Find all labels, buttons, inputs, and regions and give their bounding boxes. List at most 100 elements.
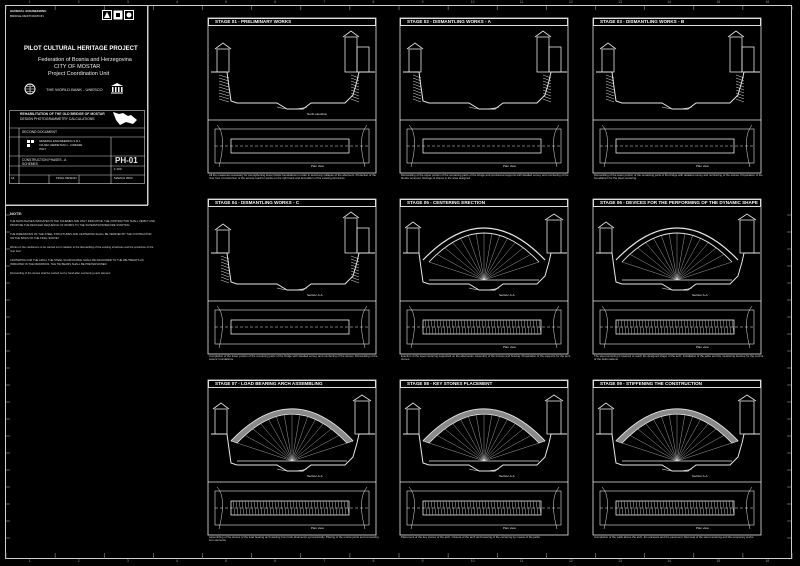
title-block: GENERAL ENGINEERING BRIDGE RESTORATION P… [6, 6, 148, 206]
stage-caption: Completion of the walls above the arch, … [594, 535, 755, 539]
stage-panel: STAGE 03 - DISMANTLING WORKS - B Plan vie… [592, 17, 763, 185]
ruler-number: 16 [765, 0, 770, 4]
project-title: PILOT CULTURAL HERITAGE PROJECT [24, 46, 138, 52]
section-label: Section A-A [692, 474, 708, 478]
city-name: CITY OF MOSTAR [54, 64, 101, 70]
ruler-number: 13 [618, 559, 622, 563]
ruler-number: 8 [372, 0, 375, 4]
ruler-number: 1 [28, 559, 31, 563]
note-paragraph: Dismantling of the stones shall be carri… [10, 272, 111, 275]
stage-caption: Placement of the key stones of the arch.… [401, 535, 541, 539]
ruler-number: 3 [126, 559, 129, 563]
stage-caption: Assembling of the stones of the load bea… [209, 535, 379, 543]
row-label: 16 [11, 176, 15, 180]
ruler-number: 8 [372, 559, 375, 563]
plan-label: Plan view [503, 164, 516, 168]
section-label: Section A-A [499, 474, 515, 478]
company-line-1: GENERAL ENGINEERING [10, 9, 47, 13]
ruler-number: 12 [568, 0, 573, 4]
ruler-number: 5 [225, 0, 227, 4]
stage-drawing [592, 379, 762, 536]
note-paragraph: THE MAIN PHASES INDICATED IN THE SCHEMES… [10, 220, 155, 227]
plan-label: Plan view [311, 526, 324, 530]
designer-line-3: ITALY [39, 147, 47, 151]
ruler-number: 15 [716, 559, 721, 563]
unit-name: Project Coordination Unit [48, 71, 110, 77]
ruler-number: 1 [28, 0, 31, 4]
work-title-1: REHABILITATION OF THE OLD BRIDGE OF MOST… [20, 112, 105, 116]
plan-label: Plan view [696, 345, 709, 349]
stage-drawing [207, 379, 377, 536]
stage-drawing [207, 17, 377, 174]
drawing-scale: 1:100 [114, 167, 122, 171]
ruler-number: 6 [274, 559, 277, 563]
sponsors: THE WORLD BANK - UNESCO [46, 87, 103, 92]
stage-drawing [399, 379, 569, 536]
work-title-2: DESIGN PHOTOGRAMMETRY CALCULATIONS [20, 117, 95, 121]
ruler-number: 4 [175, 0, 178, 4]
ruler-number: 10 [470, 0, 475, 4]
ruler-number: 6 [274, 0, 277, 4]
ruler-number: 2 [77, 559, 80, 563]
logo-icons [102, 10, 134, 20]
ruler-number: 14 [667, 0, 671, 4]
unesco-logo [111, 83, 123, 94]
stage-panel: STAGE 04 - DISMANTLING WORKS - C Section … [207, 198, 377, 366]
drawing-status: FINAL DESIGN [56, 176, 77, 180]
plan-label: Plan view [503, 526, 516, 530]
ruler-number: 7 [323, 0, 326, 4]
ruler-number: 12 [568, 559, 573, 563]
stage-panel: STAGE 05 - CENTERING ERECTION Section A-A… [399, 198, 571, 366]
drawing-date: MARCH 2004 [114, 176, 133, 180]
stage-title: STAGE 08 - KEY STONES PLACEMENT [400, 380, 568, 388]
ruler-number: 11 [519, 0, 524, 4]
ruler-number: 9 [421, 0, 424, 4]
stage-panel: STAGE 07 - LOAD BEARING ARCH ASSEMBLING S… [207, 379, 379, 547]
section-label: Section A-A [307, 474, 323, 478]
federation-name: Federation of Bosnia and Herzegovina [38, 57, 132, 63]
stage-caption: Dismantling of the upper portion of the … [401, 173, 569, 181]
stage-caption: All the measures necessary for strengthe… [209, 173, 376, 181]
drawing-sheet: 1 1 2 2 3 3 4 4 5 5 6 6 7 7 8 8 9 9 10 10 11 11 12 12 13 13 14 14 15… [0, 0, 800, 566]
ruler-number: 15 [716, 0, 721, 4]
ruler-number: 3 [126, 0, 129, 4]
section-label: Section A-A [307, 293, 323, 297]
stage-title: STAGE 07 - LOAD BEARING ARCH ASSEMBLING [208, 380, 376, 388]
ruler-number: 16 [765, 559, 770, 563]
note-paragraph: Works on the cantilevers to be carried o… [10, 246, 154, 253]
stage-caption: Erection of the steel centering supporte… [401, 354, 571, 362]
ruler-number: 11 [519, 559, 524, 563]
ruler-number: 5 [225, 559, 227, 563]
stage-title: STAGE 05 - CENTERING ERECTION [400, 199, 568, 207]
stage-panel: STAGE 06 - DEVICES FOR THE PERFORMING OF… [592, 198, 764, 366]
document-type: SECOND DOCUMENT [22, 130, 58, 134]
stage-caption: Dismantling of the lower portion of the … [594, 173, 763, 181]
ruler-number: 10 [470, 559, 475, 563]
stage-drawing [592, 17, 762, 174]
ruler-number: 2 [77, 0, 80, 4]
stage-panel: STAGE 08 - KEY STONES PLACEMENT Section A… [399, 379, 569, 547]
stage-drawing [592, 198, 762, 355]
world-bank-logo [24, 83, 36, 95]
stage-drawing [207, 198, 377, 355]
stage-title: STAGE 04 - DISMANTLING WORKS - C [208, 199, 376, 207]
stage-title: STAGE 02 - DISMANTLING WORKS - A [400, 18, 568, 26]
stage-panel: STAGE 02 - DISMANTLING WORKS - A Plan vie… [399, 17, 569, 185]
stage-title: STAGE 06 - DEVICES FOR THE PERFORMING OF… [593, 199, 761, 207]
section-label: North elevation [307, 112, 328, 116]
plan-label: Plan view [696, 526, 709, 530]
stage-drawing [399, 17, 569, 174]
stage-title: STAGE 09 - STIFFENING THE CONSTRUCTION [593, 380, 761, 388]
stage-panel: STAGE 01 - PRELIMINARY WORKS North elevat… [207, 17, 377, 185]
plan-label: Plan view [503, 345, 516, 349]
stage-title: STAGE 03 - DISMANTLING WORKS - B [593, 18, 761, 26]
company-line-2: BRIDGE RESTORATION [10, 14, 44, 18]
section-label: Section A-A [692, 293, 708, 297]
drawing-number: PH-01 [115, 156, 138, 165]
plan-label: Plan view [696, 164, 709, 168]
ruler-number: 7 [323, 559, 326, 563]
stage-drawing [399, 198, 569, 355]
stage-panel: STAGE 09 - STIFFENING THE CONSTRUCTION Se… [592, 379, 762, 547]
ruler-number: 4 [175, 559, 178, 563]
stage-caption: The steel centering is lowered to reach … [594, 354, 764, 362]
